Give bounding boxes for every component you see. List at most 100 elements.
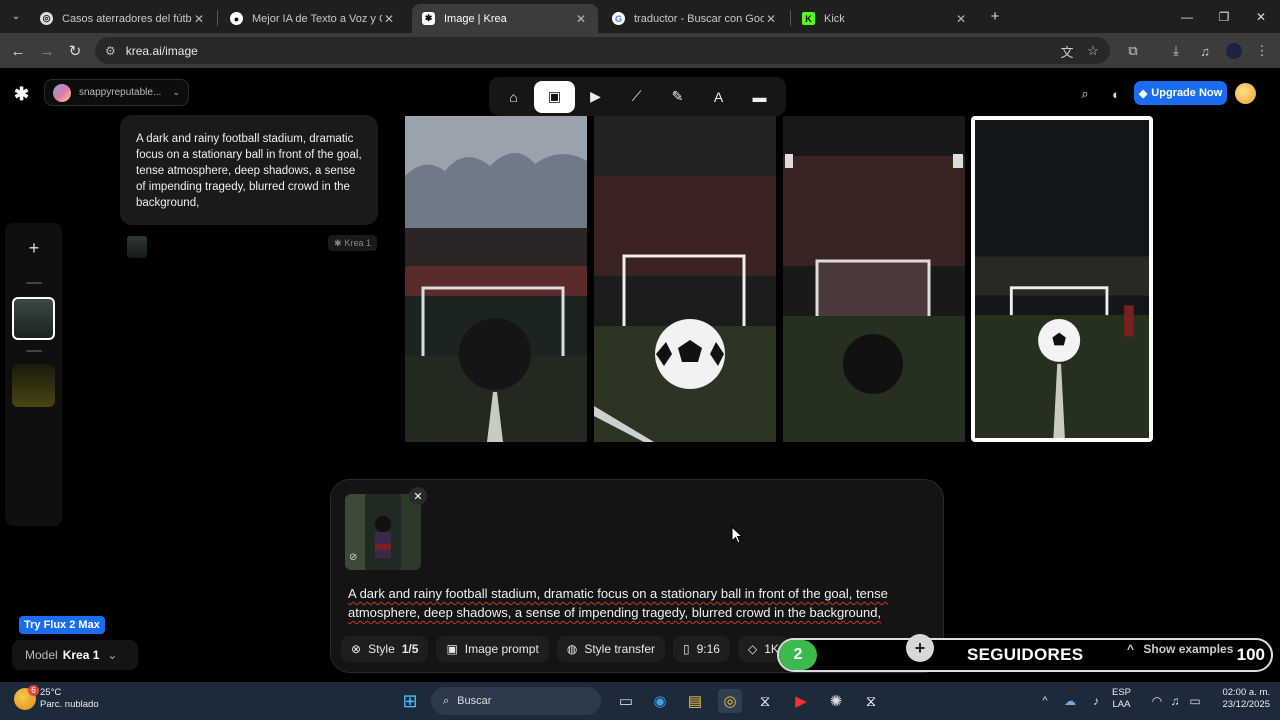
tab-casos[interactable]: ◎ Casos aterradores del fútbol ✕ [30,4,216,33]
new-tab-icon[interactable]: + [984,5,1006,27]
extensions-icon[interactable]: ⧉ [1123,41,1143,61]
tab-ia-voz[interactable]: ● Mejor IA de Texto a Voz y Clon ✕ [220,4,406,33]
follower-goal-overlay: 2 + SEGUIDORES ^ Show examples 100 [777,634,1273,672]
translate-icon[interactable]: 文 [1057,41,1077,61]
back-icon[interactable]: ← [7,40,29,62]
media-control-icon[interactable]: ♫ [1195,41,1215,61]
generated-image-4-selected[interactable] [971,116,1153,442]
image-prompt-button[interactable]: ▣ Image prompt [436,636,549,662]
chrome-icon[interactable]: ◎ [718,689,742,713]
taskbar-search[interactable]: ⌕ Buscar [431,687,601,715]
openai-icon[interactable]: ✺ [824,689,848,713]
upgrade-button[interactable]: ◆ Upgrade Now [1134,81,1227,105]
windows-start-icon[interactable]: ⊞ [398,689,422,713]
chevron-down-icon: ⌄ [172,87,180,97]
voice-icon: ● [230,12,243,25]
rail-divider [26,350,42,352]
style-icon: ⊗ [351,642,362,656]
rail-divider [26,282,42,284]
home-icon[interactable]: ⌂ [493,81,534,113]
composer-options: ⊗ Style 1/5 ▣ Image prompt ◍ Style trans… [341,636,789,662]
reference-thumb[interactable] [127,236,147,258]
window-close-icon[interactable]: ✕ [1242,0,1280,33]
browser-tab-bar: ⌄ ◎ Casos aterradores del fútbol ✕ ● Mej… [0,0,1280,33]
tray-chevron-icon[interactable]: ^ [1033,689,1057,713]
try-flux-badge[interactable]: Try Flux 2 Max [19,616,105,634]
file-explorer-icon[interactable]: ▤ [683,689,707,713]
edge-icon[interactable]: ◉ [648,689,672,713]
theme-toggle-icon[interactable]: ◐ [1103,81,1129,107]
maximize-icon[interactable]: ❐ [1205,0,1243,33]
reload-icon[interactable]: ↻ [64,40,86,62]
enhance-icon[interactable]: ⟋ [616,81,657,113]
close-icon[interactable]: ✕ [764,12,778,26]
close-icon[interactable]: ✕ [382,12,396,26]
task-view-icon[interactable]: ▭ [614,689,638,713]
show-examples-button[interactable]: ^ Show examples [1127,642,1233,656]
clock[interactable]: 02:00 a. m. 23/12/2025 [1212,687,1270,711]
tab-kick[interactable]: K Kick ✕ [792,4,978,33]
url-input[interactable]: ⚙ krea.ai/image [95,37,1110,64]
edit-icon[interactable]: ✎ [657,81,698,113]
tool-switcher: ⌂ ▣ ▶ ⟋ ✎ A ▬ [489,77,786,116]
tab-divider [217,10,218,26]
style-button[interactable]: ⊗ Style 1/5 [341,636,429,662]
search-label: Buscar [457,695,492,707]
plus-icon: + [906,634,934,662]
clock-time: 02:00 a. m. [1222,687,1270,698]
generated-image-2[interactable] [594,116,776,442]
google-icon: G [612,12,625,25]
krea-logo-icon[interactable]: ✱ [14,84,29,105]
tab-search-icon[interactable]: ⌄ [5,5,27,27]
language-indicator[interactable]: ESP LAA [1112,687,1131,711]
profile-avatar-icon[interactable] [1224,41,1244,61]
palette-icon: ◍ [566,642,578,656]
account-avatar[interactable] [1235,83,1256,104]
video-icon[interactable]: ▶ [575,81,616,113]
capcut-2-icon[interactable]: ⧖ [859,689,883,713]
tab-title: Mejor IA de Texto a Voz y Clon [252,12,382,25]
microphone-icon[interactable]: ♪ [1084,689,1108,713]
close-icon[interactable]: ✕ [574,12,588,26]
stadium-image-2 [594,116,776,442]
weather-badge: 6 [28,685,39,696]
battery-icon[interactable]: ▭ [1183,689,1207,713]
font-icon[interactable]: A [698,81,739,113]
remove-image-close-icon[interactable]: ✕ [409,487,427,505]
tab-krea[interactable]: ✱ Image | Krea ✕ [412,4,598,33]
chevron-up-icon: ^ [1127,642,1135,656]
krea-app: ✱ snappyreputable... ⌄ ⌂ ▣ ▶ ⟋ ✎ A ▬ ⌕ ◐… [0,68,1280,682]
model-selector[interactable]: Model Krea 1 ⌄ [12,640,138,670]
minimize-icon[interactable]: — [1168,0,1206,33]
history-prompt-card[interactable]: A dark and rainy football stadium, drama… [120,115,378,225]
youtube-icon[interactable]: ▶ [789,689,813,713]
close-icon[interactable]: ✕ [192,12,206,26]
new-generation-plus-icon[interactable]: + [19,233,49,263]
close-icon[interactable]: ✕ [954,12,968,26]
history-thumb[interactable] [12,364,55,407]
download-icon[interactable]: ⤓ [1166,41,1186,61]
style-transfer-button[interactable]: ◍ Style transfer [556,636,666,662]
onedrive-icon[interactable]: ☁ [1058,689,1082,713]
aspect-ratio-button[interactable]: ▯ 9:16 [673,636,730,662]
generated-image-3[interactable] [783,116,965,442]
history-thumb-selected[interactable] [12,297,55,340]
folder-icon[interactable]: ▬ [739,81,780,113]
bookmark-star-icon[interactable]: ☆ [1083,41,1103,61]
search-icon[interactable]: ⌕ [1072,81,1098,107]
forward-icon[interactable]: → [36,40,58,62]
windows-taskbar: 6 25°C Parc. nublado ⊞ ⌕ Buscar ▭ ◉ ▤ ◎ … [0,682,1280,720]
site-settings-icon[interactable]: ⚙ [105,44,116,58]
link-icon: ⊘ [349,552,358,563]
temperature: 25°C [40,687,62,698]
image-icon[interactable]: ▣ [534,80,575,113]
browser-menu-icon[interactable]: ⋮ [1252,41,1272,61]
krea-icon: ✱ [422,12,435,25]
tab-traductor[interactable]: G traductor - Buscar con Google ✕ [602,4,788,33]
prompt-input[interactable]: A dark and rainy football stadium, drama… [348,584,918,622]
try-flux-label: Try Flux 2 Max [24,619,100,631]
capcut-icon[interactable]: ⧖ [753,689,777,713]
weather-widget[interactable]: 6 25°C Parc. nublado [14,685,99,711]
workspace-selector[interactable]: snappyreputable... ⌄ [44,79,189,106]
generated-image-1[interactable] [405,116,587,442]
